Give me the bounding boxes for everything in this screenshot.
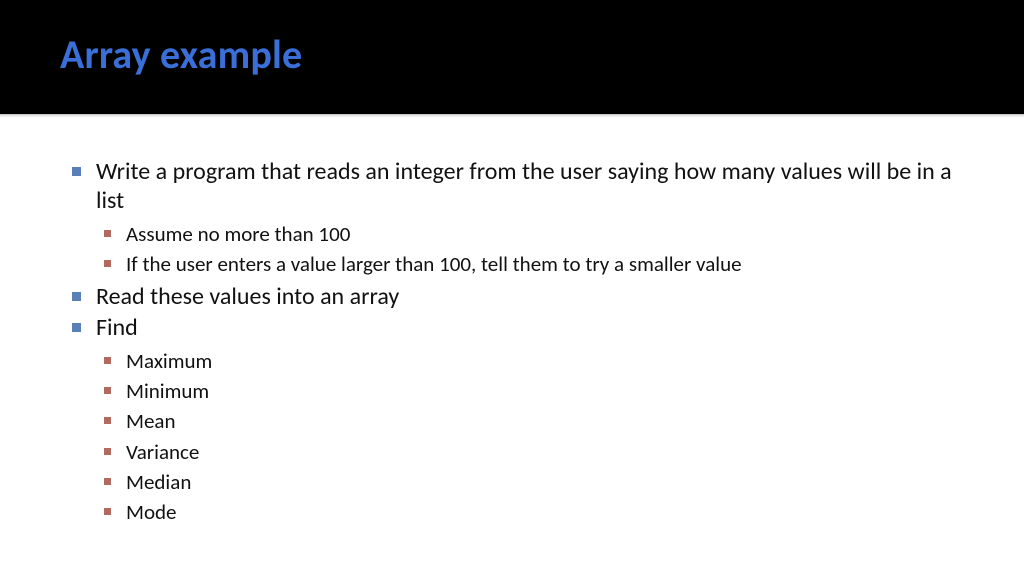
sub-bullet-text: Maximum [126, 348, 212, 374]
sub-bullet-item: Minimum [126, 377, 954, 405]
bullet-list: Write a program that reads an integer fr… [96, 157, 954, 527]
bullet-text: Read these values into an array [96, 282, 399, 311]
slide-title: Array example [60, 30, 1024, 79]
sub-bullet-list: Assume no more than 100 If the user ente… [126, 220, 954, 279]
sub-bullet-text: Median [126, 469, 191, 495]
bullet-item: Write a program that reads an integer fr… [96, 157, 954, 278]
sub-bullet-text: Assume no more than 100 [126, 221, 350, 247]
sub-bullet-text: Variance [126, 439, 199, 465]
bullet-item: Read these values into an array [96, 282, 954, 311]
sub-bullet-item: Maximum [126, 347, 954, 375]
sub-bullet-item: Assume no more than 100 [126, 220, 954, 248]
slide-body: Write a program that reads an integer fr… [0, 117, 1024, 576]
bullet-text: Write a program that reads an integer fr… [96, 157, 952, 215]
sub-bullet-text: Mean [126, 408, 176, 434]
slide: Array example Write a program that reads… [0, 0, 1024, 576]
sub-bullet-item: Median [126, 468, 954, 496]
bullet-text: Find [96, 313, 138, 342]
slide-header: Array example [0, 0, 1024, 114]
sub-bullet-text: Minimum [126, 378, 209, 404]
sub-bullet-text: If the user enters a value larger than 1… [126, 251, 742, 277]
sub-bullet-item: Mode [126, 498, 954, 526]
sub-bullet-item: Mean [126, 407, 954, 435]
bullet-item: Find Maximum Minimum Mean Variance Media… [96, 313, 954, 526]
sub-bullet-item: If the user enters a value larger than 1… [126, 250, 954, 278]
sub-bullet-item: Variance [126, 438, 954, 466]
sub-bullet-text: Mode [126, 499, 177, 525]
sub-bullet-list: Maximum Minimum Mean Variance Median Mod… [126, 347, 954, 527]
